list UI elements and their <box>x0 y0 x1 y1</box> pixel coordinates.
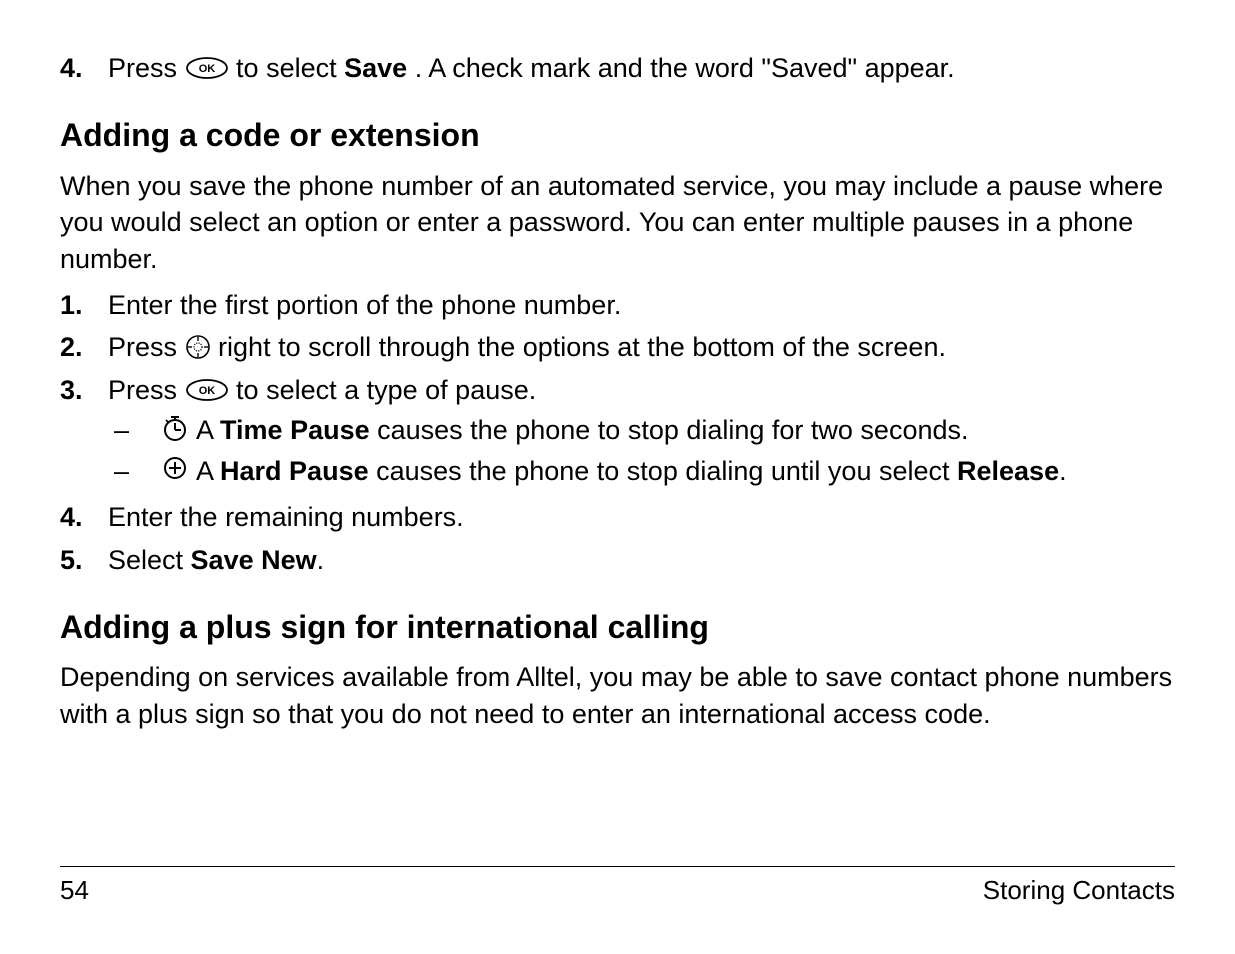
intro-paragraph: When you save the phone number of an aut… <box>60 168 1175 277</box>
plus-circle-icon <box>154 453 196 481</box>
clock-icon <box>154 412 196 442</box>
text-press: Press <box>108 375 185 405</box>
intro-paragraph-2: Depending on services available from All… <box>60 659 1175 732</box>
footer-line: 54 Storing Contacts <box>60 866 1175 908</box>
text-rest: . A check mark and the word "Saved" appe… <box>415 53 955 83</box>
step-number: 2. <box>60 329 108 365</box>
svg-text:OK: OK <box>198 63 215 75</box>
step-item-2: 2. Press right to scroll through the opt… <box>60 329 1175 365</box>
step-content: Press right to scroll through the option… <box>108 329 1175 365</box>
text-press: Press <box>108 53 185 83</box>
page-footer: 54 Storing Contacts <box>60 866 1175 908</box>
step-number: 1. <box>60 287 108 323</box>
sub-content: A Hard Pause causes the phone to stop di… <box>196 453 1175 489</box>
text-a: A <box>196 456 220 486</box>
step-content: Enter the remaining numbers. <box>108 499 1175 535</box>
step-content: Select Save New. <box>108 542 1175 578</box>
bullet-dash: – <box>108 412 154 448</box>
text-rest: to select a type of pause. <box>236 375 536 405</box>
step-content: Press OK to select Save . A check mark a… <box>108 50 1175 86</box>
step-item-1: 1. Enter the first portion of the phone … <box>60 287 1175 323</box>
label-time-pause: Time Pause <box>220 415 370 445</box>
text-save: Save <box>344 53 407 83</box>
ok-button-icon: OK <box>185 378 229 402</box>
text-rest2: . <box>1059 456 1067 486</box>
step-number: 4. <box>60 499 108 535</box>
heading-adding-code: Adding a code or extension <box>60 114 1175 157</box>
text-rest: right to scroll through the options at t… <box>218 332 946 362</box>
section-title: Storing Contacts <box>983 873 1175 908</box>
step-item-4-prev: 4. Press OK to select Save . A check mar… <box>60 50 1175 86</box>
dpad-icon <box>185 334 211 360</box>
text-a: A <box>196 415 220 445</box>
step-number: 5. <box>60 542 108 578</box>
ok-button-icon: OK <box>185 56 229 80</box>
step-content: Press OK to select a type of pause. – <box>108 372 1175 493</box>
label-save-new: Save New <box>191 545 317 575</box>
sub-content: A Time Pause causes the phone to stop di… <box>196 412 1175 448</box>
manual-page: 4. Press OK to select Save . A check mar… <box>0 0 1235 954</box>
page-number: 54 <box>60 873 89 908</box>
step-content: Enter the first portion of the phone num… <box>108 287 1175 323</box>
label-hard-pause: Hard Pause <box>220 456 369 486</box>
label-release: Release <box>957 456 1059 486</box>
text-to-select: to select <box>236 53 344 83</box>
text-press: Press <box>108 332 185 362</box>
heading-international-calling: Adding a plus sign for international cal… <box>60 606 1175 649</box>
text-rest1: causes the phone to stop dialing until y… <box>369 456 957 486</box>
text-select: Select <box>108 545 191 575</box>
step-number: 4. <box>60 50 108 86</box>
svg-text:OK: OK <box>198 385 215 397</box>
step-item-4: 4. Enter the remaining numbers. <box>60 499 1175 535</box>
bullet-dash: – <box>108 453 154 489</box>
step-item-3: 3. Press OK to select a type of pause. – <box>60 372 1175 493</box>
text-rest: causes the phone to stop dialing for two… <box>370 415 969 445</box>
step-item-5: 5. Select Save New. <box>60 542 1175 578</box>
text-dot: . <box>317 545 325 575</box>
sub-item-time-pause: – A Time Pause causes the phone to stop … <box>108 412 1175 448</box>
sub-item-hard-pause: – A Hard Pause causes the phone to stop … <box>108 453 1175 489</box>
step-number: 3. <box>60 372 108 408</box>
